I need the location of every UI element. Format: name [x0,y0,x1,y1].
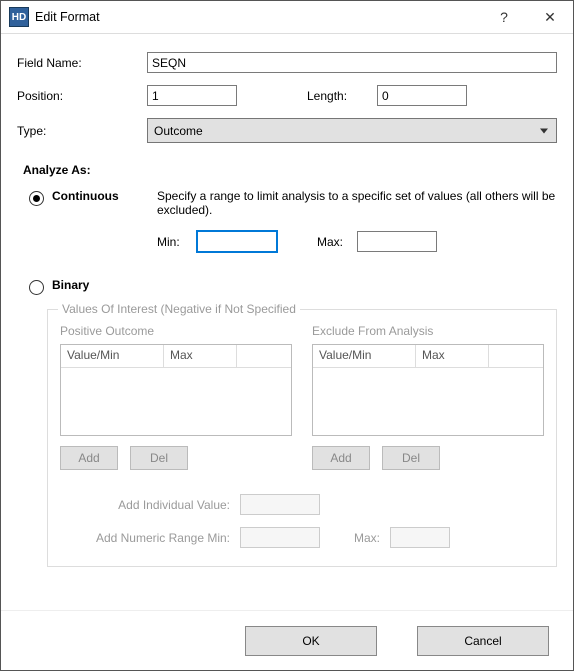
window-title: Edit Format [35,10,481,24]
exclude-title: Exclude From Analysis [312,324,544,338]
add-individual-input [240,494,320,515]
analyze-as-header: Analyze As: [23,163,557,177]
position-label: Position: [17,89,147,103]
field-name-label: Field Name: [17,56,147,70]
type-select-value: Outcome [154,124,203,138]
binary-radio[interactable] [29,280,44,295]
dialog-footer: OK Cancel [1,610,573,670]
ok-button[interactable]: OK [245,626,377,656]
add-range-min-label: Add Numeric Range Min: [80,531,230,545]
add-individual-label: Add Individual Value: [80,498,230,512]
continuous-radio[interactable] [29,191,44,206]
edit-format-dialog: HD Edit Format ? ✕ Field Name: Position:… [0,0,574,671]
exclude-add-button[interactable]: Add [312,446,370,470]
position-input[interactable] [147,85,237,106]
binary-radio-label: Binary [52,278,157,292]
exclude-col-value: Value/Min [313,345,416,367]
titlebar: HD Edit Format ? ✕ [1,1,573,34]
add-range-max-label: Max: [330,531,380,545]
max-label: Max: [317,235,357,249]
exclude-del-button[interactable]: Del [382,446,440,470]
add-range-min-input [240,527,320,548]
max-input[interactable] [357,231,437,252]
values-of-interest-group: Values Of Interest (Negative if Not Spec… [47,309,557,567]
close-button[interactable]: ✕ [527,1,573,33]
field-name-input[interactable] [147,52,557,73]
type-label: Type: [17,124,147,138]
add-range-max-input [390,527,450,548]
continuous-radio-label: Continuous [52,189,157,203]
min-input[interactable] [197,231,277,252]
values-of-interest-title: Values Of Interest (Negative if Not Spec… [58,302,300,316]
positive-col-max: Max [164,345,237,367]
cancel-button[interactable]: Cancel [417,626,549,656]
min-label: Min: [157,235,197,249]
help-button[interactable]: ? [481,1,527,33]
length-label: Length: [307,89,377,103]
exclude-col-max: Max [416,345,489,367]
app-icon: HD [9,7,29,27]
positive-outcome-title: Positive Outcome [60,324,292,338]
dialog-body: Field Name: Position: Length: Type: Outc… [1,34,573,610]
type-select[interactable]: Outcome [147,118,557,143]
positive-col-value: Value/Min [61,345,164,367]
continuous-desc: Specify a range to limit analysis to a s… [157,189,557,217]
exclude-grid: Value/Min Max [312,344,544,436]
positive-outcome-grid: Value/Min Max [60,344,292,436]
positive-del-button[interactable]: Del [130,446,188,470]
length-input[interactable] [377,85,467,106]
positive-add-button[interactable]: Add [60,446,118,470]
